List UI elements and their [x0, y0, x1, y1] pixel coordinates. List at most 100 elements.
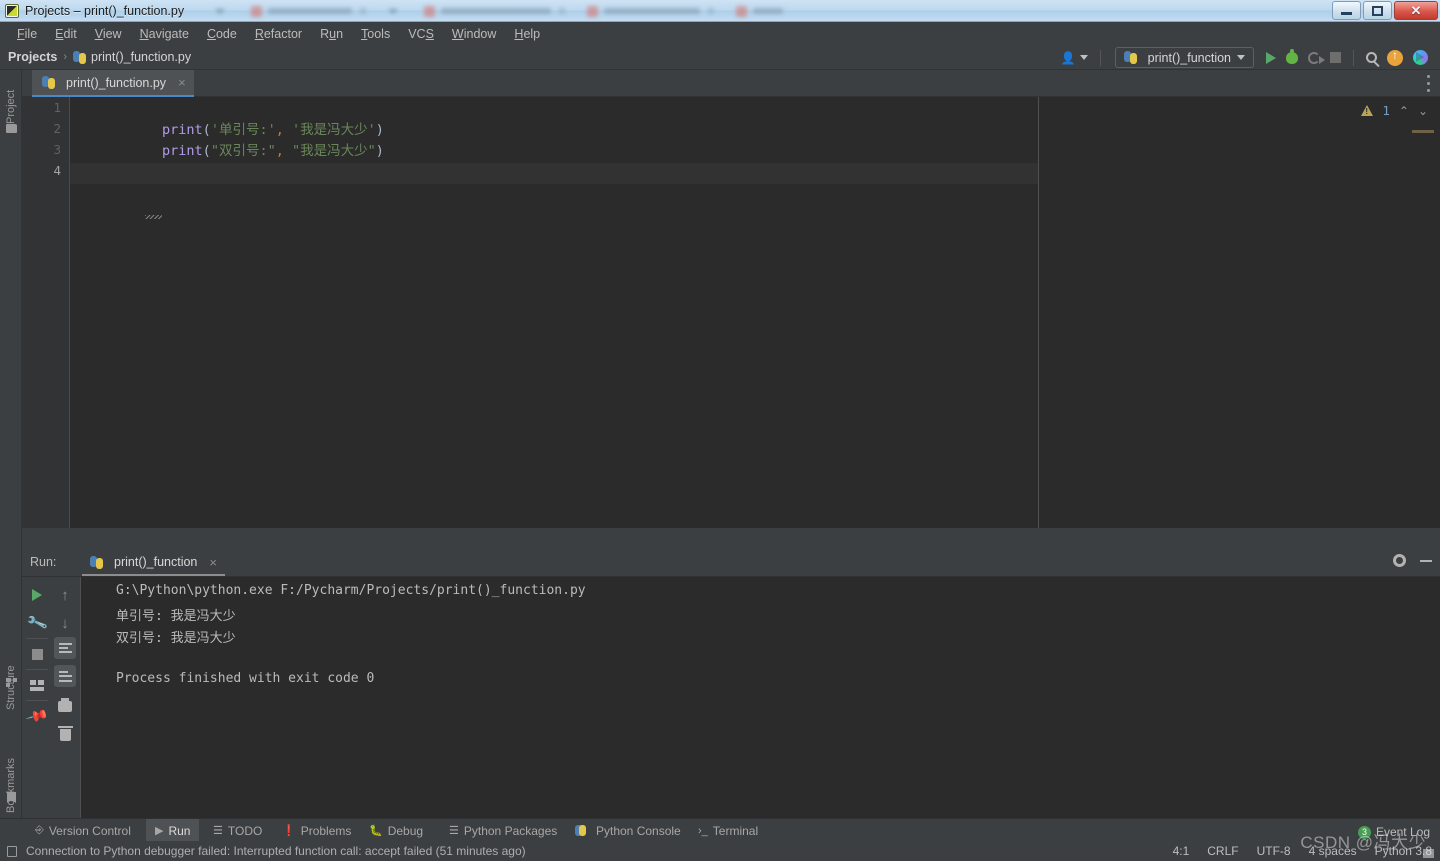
left-tool-window-stripe: Project Structure Bookmarks [0, 70, 22, 818]
bookmark-icon[interactable] [7, 792, 16, 803]
bottom-item-python-packages[interactable]: ☰ Python Packages [440, 819, 566, 842]
structure-icon[interactable] [6, 678, 17, 687]
breadcrumb-separator: › [63, 51, 68, 63]
file-encoding[interactable]: UTF-8 [1257, 844, 1291, 858]
trash-icon[interactable] [52, 722, 78, 748]
list-icon: ☰ [213, 825, 223, 837]
watermark-block [1423, 849, 1434, 858]
menu-vcs[interactable]: VCS [399, 25, 443, 43]
bottom-item-run[interactable]: ▶ Run [146, 819, 200, 842]
python-file-icon [73, 50, 87, 64]
caret-position[interactable]: 4:1 [1173, 844, 1190, 858]
code-editor[interactable]: 1 2 3 4 print('单引号:', '我是冯大少') print("双引… [22, 97, 1440, 528]
menu-edit[interactable]: Edit [46, 25, 86, 43]
editor-gutter[interactable]: 1 2 3 4 [22, 97, 69, 528]
run-button[interactable] [1262, 47, 1280, 68]
status-message[interactable]: Connection to Python debugger failed: In… [26, 844, 526, 858]
run-tab-print-function[interactable]: print()_function × [82, 550, 225, 576]
menu-file[interactable]: File [8, 25, 46, 43]
bottom-item-todo[interactable]: ☰ TODO [204, 819, 271, 842]
background-window-tabs [215, 0, 1315, 22]
menu-window[interactable]: Window [443, 25, 505, 43]
line-separator[interactable]: CRLF [1207, 844, 1238, 858]
editor-tab-print-function[interactable]: print()_function.py × [32, 70, 194, 97]
menu-bar: File Edit View Navigate Code Refactor Run Tools… [0, 22, 1440, 45]
inspection-squiggle [145, 215, 162, 219]
menu-code[interactable]: Code [198, 25, 246, 43]
bottom-item-python-console[interactable]: Python Console [566, 819, 690, 842]
code-line-1: print('单引号:', '我是冯大少') [162, 122, 384, 138]
bottom-item-terminal[interactable]: ›_ Terminal [689, 819, 767, 842]
wrench-icon[interactable]: 🔧 [24, 610, 50, 636]
menu-view[interactable]: View [86, 25, 131, 43]
pycharm-icon [5, 3, 19, 18]
run-configuration-selector[interactable]: print()_function [1114, 47, 1254, 68]
line-number: 4 [53, 163, 61, 178]
soft-wrap-icon[interactable] [52, 635, 78, 661]
account-icon[interactable]: 👤 [1057, 47, 1092, 68]
hide-icon[interactable] [1420, 559, 1432, 562]
previous-problem-icon[interactable]: ⌃ [1399, 104, 1409, 118]
menu-navigate[interactable]: Navigate [131, 25, 198, 43]
close-icon[interactable]: × [209, 555, 217, 570]
breadcrumb-file[interactable]: print()_function.py [73, 50, 191, 64]
maximize-button[interactable] [1363, 1, 1392, 20]
search-everywhere-icon[interactable] [1362, 47, 1381, 68]
python-config-icon [1123, 51, 1137, 64]
navigation-bar: Projects › print()_function.py 👤 print()… [0, 45, 1440, 70]
console-line: Process finished with exit code 0 [116, 671, 375, 686]
debug-button[interactable] [1282, 47, 1302, 68]
more-options-icon[interactable] [1426, 75, 1430, 92]
down-arrow-icon[interactable]: ↓ [52, 610, 78, 636]
next-problem-icon[interactable]: ⌄ [1418, 104, 1428, 118]
bug-icon: 🐛 [369, 825, 383, 837]
scrollbar-error-stripe[interactable] [1412, 130, 1434, 133]
inspection-count: 1 [1382, 103, 1390, 118]
print-icon[interactable] [52, 693, 78, 719]
bottom-item-debug[interactable]: 🐛 Debug [360, 819, 432, 842]
run-toolbar: 🔧 📌 ↑ ↓ [22, 577, 80, 818]
minimize-button[interactable] [1332, 1, 1361, 20]
bottom-item-problems[interactable]: ❗ Problems [273, 819, 360, 842]
console-line: G:\Python\python.exe F:/Pycharm/Projects… [116, 583, 586, 598]
python-run-icon [90, 555, 103, 569]
sidebar-item-structure[interactable]: Structure [0, 648, 22, 728]
layout-icon[interactable] [24, 672, 50, 698]
toolbar-divider-2 [1353, 49, 1354, 66]
scroll-to-end-icon[interactable] [52, 663, 78, 689]
menu-help[interactable]: Help [505, 25, 549, 43]
run-tool-window: Run: print()_function × 🔧 📌 ↑ ↓ G:\Pytho… [22, 528, 1440, 818]
chevron-down-icon [1237, 55, 1245, 60]
close-button[interactable]: ✕ [1394, 1, 1438, 20]
code-line-2: print("双引号:", "我是冯大少") [162, 143, 384, 159]
warning-icon [1361, 105, 1374, 116]
close-icon[interactable]: × [178, 75, 186, 90]
editor-tab-label: print()_function.py [66, 75, 167, 90]
bottom-item-version-control[interactable]: ⎆ Version Control [26, 819, 140, 842]
run-label: Run: [30, 555, 57, 569]
up-arrow-icon[interactable]: ↑ [52, 582, 78, 608]
status-bar: Connection to Python debugger failed: In… [0, 825, 1440, 861]
rerun-icon[interactable] [24, 582, 50, 608]
pin-icon[interactable]: 📌 [24, 703, 50, 729]
ide-assistant-icon[interactable] [1409, 47, 1432, 68]
menu-tools[interactable]: Tools [352, 25, 399, 43]
breadcrumb-project[interactable]: Projects [8, 50, 57, 64]
run-with-coverage-button[interactable] [1304, 47, 1325, 68]
run-console[interactable]: G:\Python\python.exe F:/Pycharm/Projects… [81, 577, 1440, 818]
settings-gear-icon[interactable] [1393, 554, 1406, 567]
main-toolbar: 👤 print()_function [1057, 45, 1432, 70]
notification-icon[interactable] [7, 846, 17, 857]
stop-icon[interactable] [24, 641, 50, 667]
menu-run[interactable]: Run [311, 25, 352, 43]
window-controls[interactable]: ✕ [1332, 1, 1438, 20]
folder-icon[interactable] [6, 124, 17, 133]
update-icon[interactable] [1383, 47, 1407, 68]
menu-refactor[interactable]: Refactor [246, 25, 311, 43]
bottom-tool-window-bar: ⎆ Version Control ▶ Run ☰ TODO ❗ Problem… [0, 818, 1440, 842]
stop-button[interactable] [1326, 47, 1345, 68]
line-number: 3 [53, 142, 61, 157]
editor-tab-bar: print()_function.py × [22, 70, 1440, 97]
inspection-widget[interactable]: 1 ⌃ ⌄ [1361, 103, 1428, 118]
run-configuration-label: print()_function [1147, 50, 1231, 65]
